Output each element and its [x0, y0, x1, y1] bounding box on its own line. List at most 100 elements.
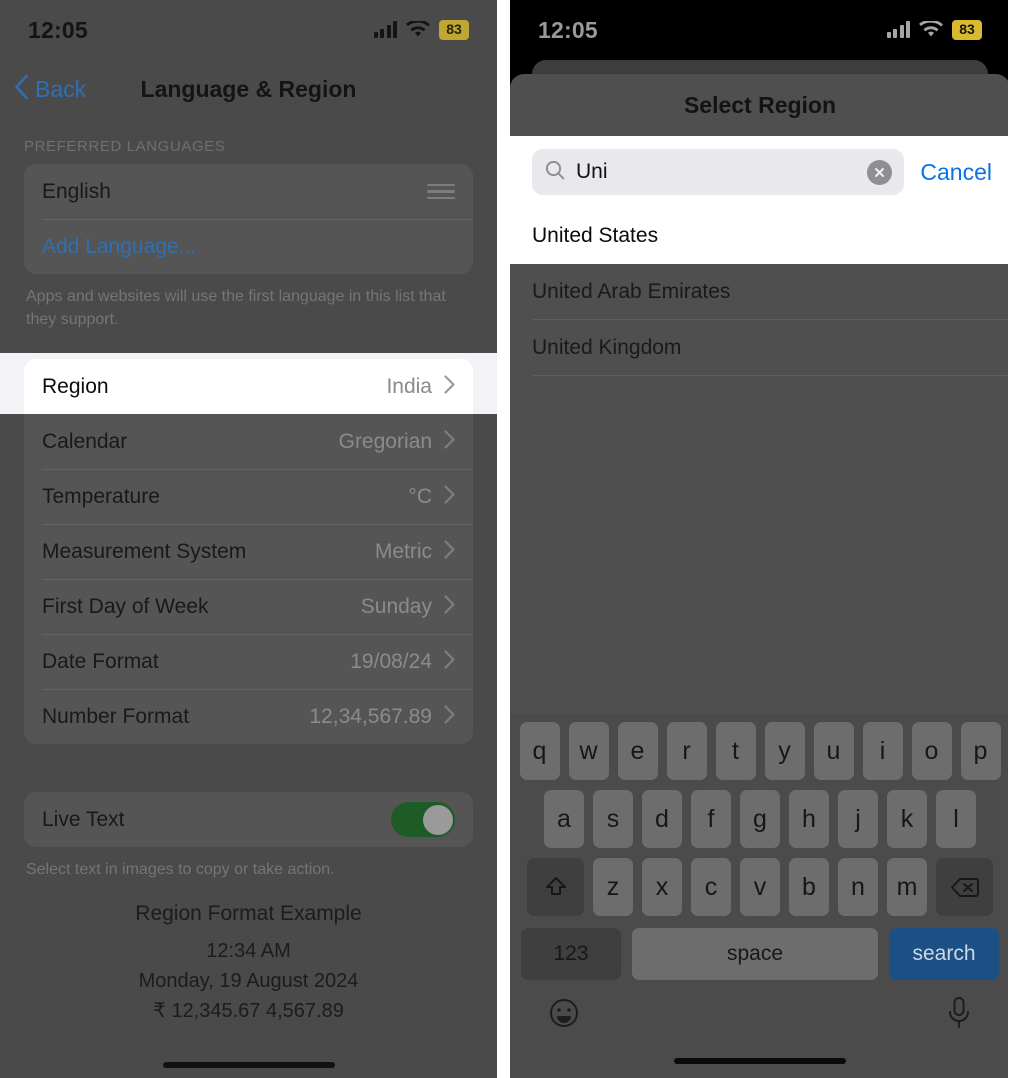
keyboard-row-1: q w e r t y u i o p: [510, 714, 1010, 780]
key-a[interactable]: a: [544, 790, 584, 848]
numbers-key[interactable]: 123: [521, 928, 621, 980]
settings-row-region[interactable]: Region India: [24, 359, 473, 414]
preferred-languages-card: English Add Language...: [24, 164, 473, 274]
key-d[interactable]: d: [642, 790, 682, 848]
key-k[interactable]: k: [887, 790, 927, 848]
key-u[interactable]: u: [813, 722, 854, 780]
key-q[interactable]: q: [519, 722, 560, 780]
key-i[interactable]: i: [862, 722, 903, 780]
sheet-title: Select Region: [683, 91, 837, 118]
shift-arrow-icon[interactable]: [527, 858, 584, 916]
key-v[interactable]: v: [740, 858, 780, 916]
key-c[interactable]: c: [691, 858, 731, 916]
backspace-icon[interactable]: [936, 858, 993, 916]
key-e[interactable]: e: [617, 722, 658, 780]
key-l[interactable]: l: [936, 790, 976, 848]
emoji-smiley-icon[interactable]: [548, 997, 580, 1034]
key-g[interactable]: g: [740, 790, 780, 848]
cellular-bars-icon: [886, 21, 910, 39]
row-label: Measurement System: [42, 539, 247, 563]
nav-bar-left: Back Language & Region: [0, 60, 497, 118]
search-key[interactable]: search: [889, 928, 999, 980]
region-format-example: Region Format Example 12:34 AM Monday, 1…: [0, 882, 497, 1026]
key-t[interactable]: t: [715, 722, 756, 780]
result-label: United Kingdom: [532, 336, 682, 359]
key-f[interactable]: f: [691, 790, 731, 848]
key-z[interactable]: z: [593, 858, 633, 916]
home-indicator: [674, 1058, 846, 1064]
search-icon: [544, 159, 566, 186]
row-right: 12,34,567.89: [309, 705, 455, 729]
row-value: 12,34,567.89: [309, 704, 432, 728]
status-bar-right: 12:05 83: [510, 0, 1010, 60]
row-right: 19/08/24: [350, 650, 455, 674]
key-s[interactable]: s: [593, 790, 633, 848]
left-phone-screen: 12:05 83 Back Language & Region PREFERRE…: [0, 0, 497, 1078]
microphone-icon[interactable]: [946, 996, 972, 1035]
language-row-english[interactable]: English: [24, 164, 473, 219]
search-input[interactable]: Uni: [532, 149, 905, 195]
row-right: Sunday: [361, 595, 455, 619]
preferred-languages-header: PREFERRED LANGUAGES: [24, 138, 226, 155]
status-icons: 83: [373, 20, 469, 40]
key-y[interactable]: y: [764, 722, 805, 780]
right-phone-screen: 12:05 83 Select Region Uni Cancel United…: [510, 0, 1010, 1078]
result-label: United States: [532, 224, 659, 247]
search-value: Uni: [576, 160, 608, 183]
key-b[interactable]: b: [789, 858, 829, 916]
settings-row-temperature[interactable]: Temperature °C: [24, 469, 473, 524]
back-button[interactable]: Back: [14, 74, 86, 105]
on-screen-keyboard: q w e r t y u i o p a s d f g h j k l z …: [510, 714, 1010, 1078]
status-bar-left: 12:05 83: [0, 0, 497, 60]
key-j[interactable]: j: [838, 790, 878, 848]
settings-row-date-format[interactable]: Date Format 19/08/24: [24, 634, 473, 689]
chevron-right-icon: [444, 375, 455, 399]
wifi-icon: [919, 21, 943, 38]
settings-row-first-day-of-week[interactable]: First Day of Week Sunday: [24, 579, 473, 634]
keyboard-row-3: z x c v b n m: [510, 848, 1010, 916]
key-r[interactable]: r: [666, 722, 707, 780]
row-right: Metric: [375, 540, 455, 564]
add-language-row[interactable]: Add Language...: [24, 219, 473, 274]
row-label: Number Format: [42, 704, 190, 728]
key-o[interactable]: o: [911, 722, 952, 780]
key-p[interactable]: p: [960, 722, 1001, 780]
key-n[interactable]: n: [838, 858, 878, 916]
chevron-right-icon: [444, 485, 455, 509]
example-date: Monday, 19 August 2024: [138, 970, 359, 993]
key-m[interactable]: m: [887, 858, 927, 916]
row-label: Temperature: [42, 484, 160, 508]
battery-badge: 83: [952, 20, 982, 40]
settings-row-number-format[interactable]: Number Format 12,34,567.89: [24, 689, 473, 744]
row-label: Date Format: [42, 649, 159, 673]
cellular-bars-icon: [373, 21, 397, 39]
search-bar-highlight-band: Uni Cancel: [510, 136, 1010, 208]
row-value: Sunday: [360, 594, 432, 618]
live-text-footnote: Select text in images to copy or take ac…: [26, 861, 335, 879]
live-text-toggle[interactable]: [391, 802, 455, 838]
result-row-united-arab-emirates[interactable]: United Arab Emirates: [510, 264, 1010, 320]
panel-divider: [497, 0, 510, 1078]
keyboard-row-2: a s d f g h j k l: [510, 780, 1010, 848]
settings-row-measurement-system[interactable]: Measurement System Metric: [24, 524, 473, 579]
key-x[interactable]: x: [642, 858, 682, 916]
chevron-right-icon: [444, 705, 455, 729]
cancel-button[interactable]: Cancel: [920, 159, 992, 186]
settings-row-calendar[interactable]: Calendar Gregorian: [24, 414, 473, 469]
settings-row-live-text[interactable]: Live Text: [24, 792, 473, 847]
reorder-handle-icon[interactable]: [427, 183, 455, 200]
result-row-united-states[interactable]: United States: [510, 208, 1010, 264]
screenshot-stage: 12:05 83 Back Language & Region PREFERRE…: [0, 0, 1010, 1078]
result-row-united-kingdom[interactable]: United Kingdom: [510, 320, 1010, 376]
space-key[interactable]: space: [632, 928, 878, 980]
keyboard-row-4: 123 space search: [510, 916, 1010, 980]
key-h[interactable]: h: [789, 790, 829, 848]
clear-circle-icon[interactable]: [867, 159, 893, 185]
key-w[interactable]: w: [568, 722, 609, 780]
status-icons: 83: [886, 20, 982, 40]
row-value: Gregorian: [338, 429, 432, 453]
row-right: °C: [408, 485, 455, 509]
chevron-right-icon: [444, 650, 455, 674]
add-language-label: Add Language...: [42, 234, 197, 258]
